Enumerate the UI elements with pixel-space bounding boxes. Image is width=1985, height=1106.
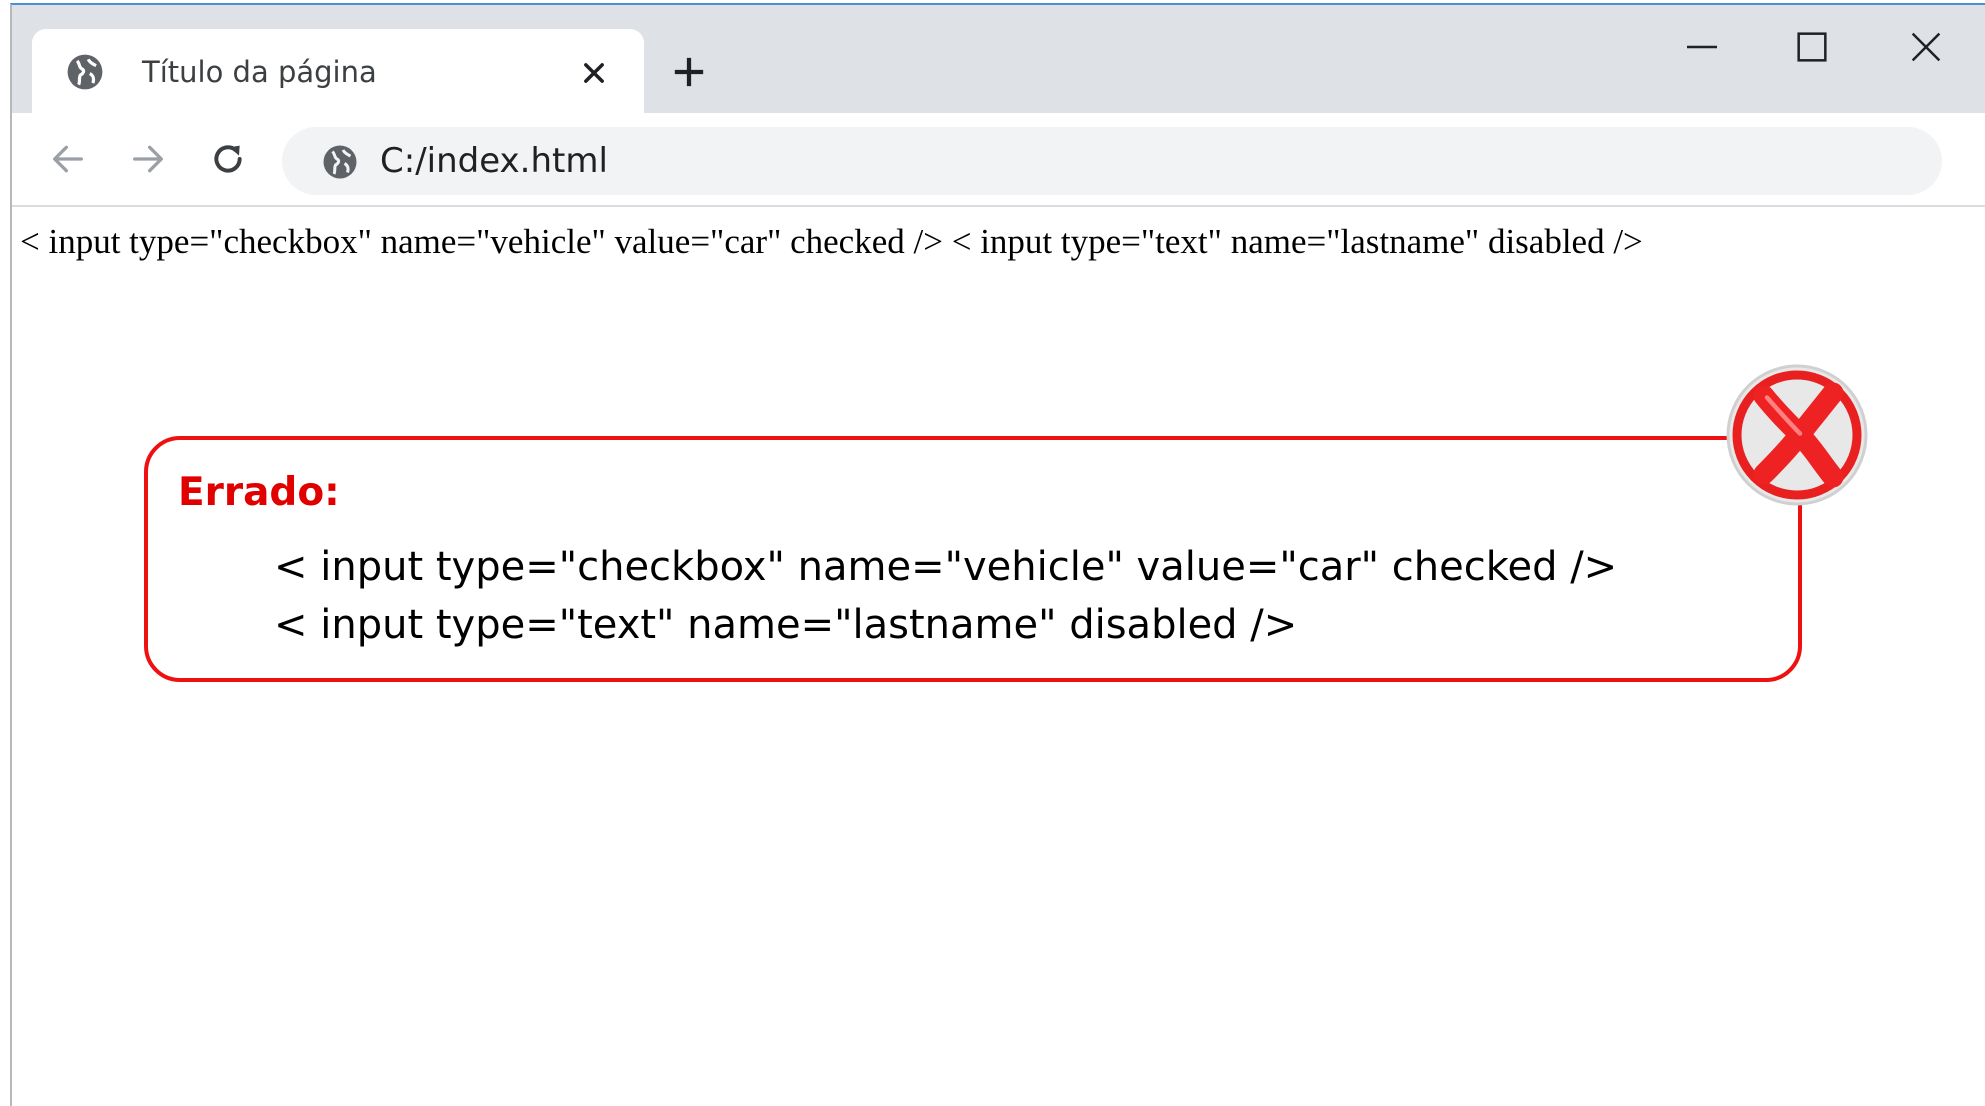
close-icon[interactable]	[1906, 27, 1946, 67]
globe-icon	[67, 54, 103, 90]
reload-icon[interactable]	[208, 139, 248, 179]
close-tab-icon[interactable]	[580, 59, 608, 87]
url-text[interactable]: C:/index.html	[380, 142, 608, 180]
code-line-text: < input type="text" name="lastname" disa…	[274, 602, 1298, 648]
code-line-checkbox: < input type="checkbox" name="vehicle" v…	[274, 544, 1618, 590]
callout-label: Errado:	[178, 470, 340, 515]
navigation-toolbar: C:/index.html	[12, 113, 1985, 207]
title-bar: Título da página	[12, 5, 1985, 115]
error-callout: Errado: < input type="checkbox" name="ve…	[144, 436, 1802, 682]
forward-arrow-icon[interactable]	[128, 139, 168, 179]
wrong-x-icon	[1726, 364, 1868, 506]
rendered-page-text: < input type="checkbox" name="vehicle" v…	[20, 222, 1643, 261]
address-bar[interactable]: C:/index.html	[282, 127, 1942, 195]
maximize-icon[interactable]	[1792, 27, 1832, 67]
back-arrow-icon[interactable]	[48, 139, 88, 179]
globe-icon	[323, 145, 357, 179]
browser-tab[interactable]: Título da página	[32, 29, 644, 115]
minimize-icon[interactable]	[1682, 27, 1722, 67]
tab-title: Título da página	[142, 55, 377, 89]
plus-icon[interactable]	[672, 55, 706, 89]
